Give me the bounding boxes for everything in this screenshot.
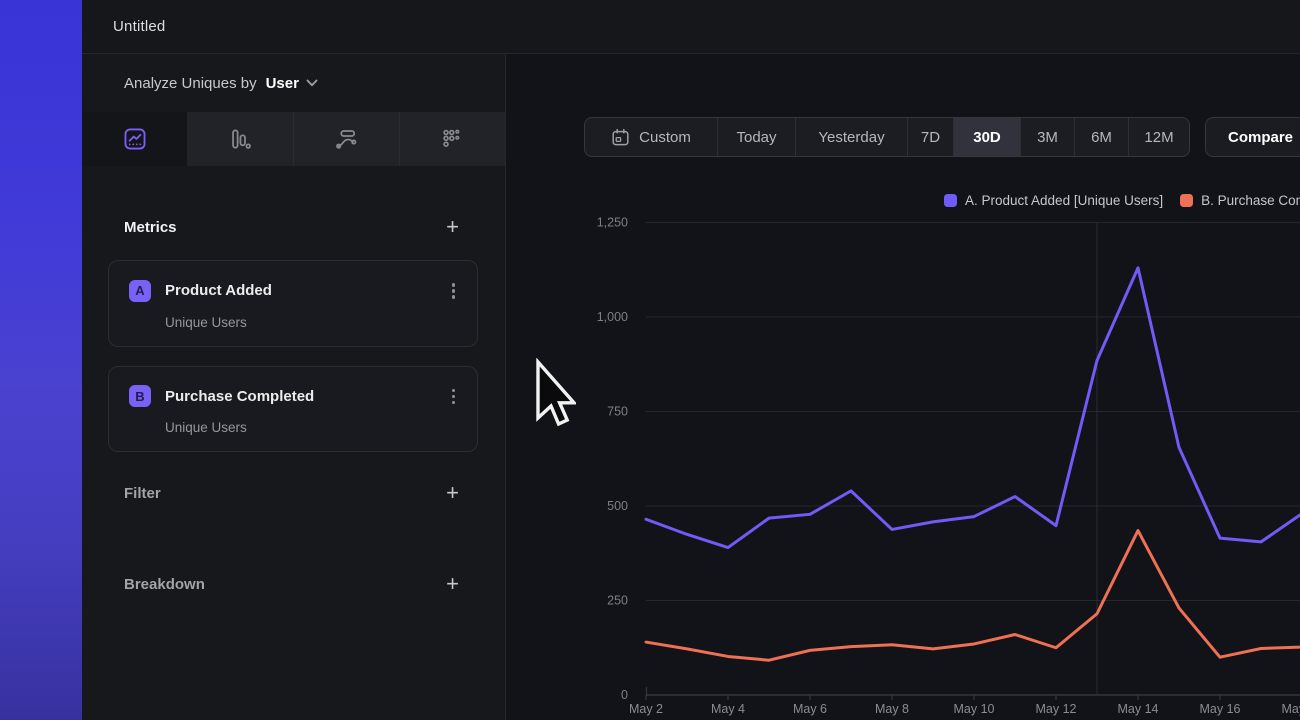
metric-card-a-top: A Product Added (129, 279, 459, 303)
legend-swatch-a (944, 194, 957, 207)
add-filter-button[interactable]: + (446, 483, 459, 503)
bar-chart-icon (227, 126, 253, 152)
range-yesterday[interactable]: Yesterday (795, 118, 907, 156)
range-12m[interactable]: 12M (1128, 118, 1189, 156)
x-axis-label: May 14 (1118, 702, 1159, 716)
metric-card-b-top: B Purchase Completed (129, 385, 459, 409)
metrics-title: Metrics (124, 219, 177, 236)
range-12m-label: 12M (1144, 129, 1173, 146)
range-6m[interactable]: 6M (1074, 118, 1128, 156)
x-axis-label: May 12 (1036, 702, 1077, 716)
legend-label-a: A. Product Added [Unique Users] (965, 193, 1163, 208)
metric-cards: A Product Added Unique Users B Purchase … (82, 260, 505, 452)
metric-badge-b: B (129, 385, 151, 407)
flows-icon (333, 126, 359, 152)
x-axis-label: May 2 (629, 702, 663, 716)
x-axis-label: May 10 (954, 702, 995, 716)
legend-label-b: B. Purchase Completed [Unique Users] (1201, 193, 1300, 208)
chevron-down-icon (306, 79, 318, 87)
analyze-by-dropdown[interactable]: User (266, 75, 318, 92)
tab-line-chart[interactable] (82, 112, 187, 166)
line-chart-icon (122, 126, 148, 152)
range-custom-label: Custom (639, 129, 691, 146)
compare-button[interactable]: Compare (1205, 117, 1300, 157)
range-7d-label: 7D (921, 129, 940, 146)
range-today[interactable]: Today (717, 118, 795, 156)
chart-type-tabs (82, 112, 505, 166)
y-axis-label: 250 (607, 594, 628, 608)
range-6m-label: 6M (1091, 129, 1112, 146)
tab-bar-chart[interactable] (187, 112, 292, 166)
metric-measure[interactable]: Unique Users (165, 420, 459, 435)
range-custom[interactable]: Custom (585, 118, 717, 156)
add-breakdown-button[interactable]: + (446, 574, 459, 594)
filter-section-header: Filter + (82, 480, 505, 506)
analyze-by-value: User (266, 75, 299, 92)
tab-dots-grid[interactable] (399, 112, 505, 166)
dots-grid-icon (439, 126, 465, 152)
metric-options-button[interactable] (448, 279, 460, 303)
tab-flows[interactable] (293, 112, 399, 166)
x-axis-label: May 16 (1200, 702, 1241, 716)
app-window: Untitled Analyze Uniques by User (0, 0, 1300, 720)
metric-name: Purchase Completed (165, 388, 314, 405)
metric-card-a[interactable]: A Product Added Unique Users (108, 260, 478, 347)
metric-measure[interactable]: Unique Users (165, 315, 459, 330)
y-axis-label: 1,250 (597, 216, 628, 230)
range-today-label: Today (736, 129, 776, 146)
x-axis-label: May 6 (793, 702, 827, 716)
filter-title: Filter (124, 485, 161, 502)
page-title: Untitled (113, 18, 165, 35)
date-range-control: Custom Today Yesterday 7D 30D 3M 6M 12M (584, 117, 1190, 157)
range-3m-label: 3M (1037, 129, 1058, 146)
left-gradient-strip (0, 0, 82, 720)
series-line-b[interactable] (646, 531, 1300, 661)
y-axis-label: 1,000 (597, 310, 628, 324)
y-axis-label: 500 (607, 499, 628, 513)
metrics-section-header: Metrics + (82, 214, 505, 240)
range-7d[interactable]: 7D (907, 118, 953, 156)
metric-name: Product Added (165, 282, 272, 299)
analyze-by-label: Analyze Uniques by (124, 75, 257, 92)
add-metric-button[interactable]: + (446, 217, 459, 237)
range-yesterday-label: Yesterday (818, 129, 884, 146)
query-builder-sidebar: Analyze Uniques by User (82, 54, 505, 720)
y-axis-label: 750 (607, 405, 628, 419)
y-axis-label: 0 (621, 688, 628, 702)
metric-options-button[interactable] (448, 385, 460, 409)
analyze-by-row: Analyze Uniques by User (82, 54, 505, 112)
x-axis-label: May 8 (875, 702, 909, 716)
range-3m[interactable]: 3M (1020, 118, 1074, 156)
chart-legend: A. Product Added [Unique Users] B. Purch… (944, 193, 1300, 208)
legend-item-a[interactable]: A. Product Added [Unique Users] (944, 193, 1163, 208)
metric-card-b[interactable]: B Purchase Completed Unique Users (108, 366, 478, 453)
app-header: Untitled (82, 0, 1300, 54)
legend-item-b[interactable]: B. Purchase Completed [Unique Users] (1180, 193, 1300, 208)
legend-swatch-b (1180, 194, 1193, 207)
metric-badge-a: A (129, 280, 151, 302)
range-30d[interactable]: 30D (953, 118, 1020, 156)
x-axis-label: May 18 (1282, 702, 1300, 716)
breakdown-section-header: Breakdown + (82, 571, 505, 597)
calendar-icon (611, 128, 630, 147)
date-range-toolbar: Custom Today Yesterday 7D 30D 3M 6M 12M … (584, 117, 1300, 157)
breakdown-title: Breakdown (124, 576, 205, 593)
x-axis-label: May 4 (711, 702, 745, 716)
chart-panel: 0 250 500 750 1,000 1,250 May 2 May 4 May 6 May 8… (506, 54, 1300, 720)
range-30d-label: 30D (973, 129, 1001, 146)
